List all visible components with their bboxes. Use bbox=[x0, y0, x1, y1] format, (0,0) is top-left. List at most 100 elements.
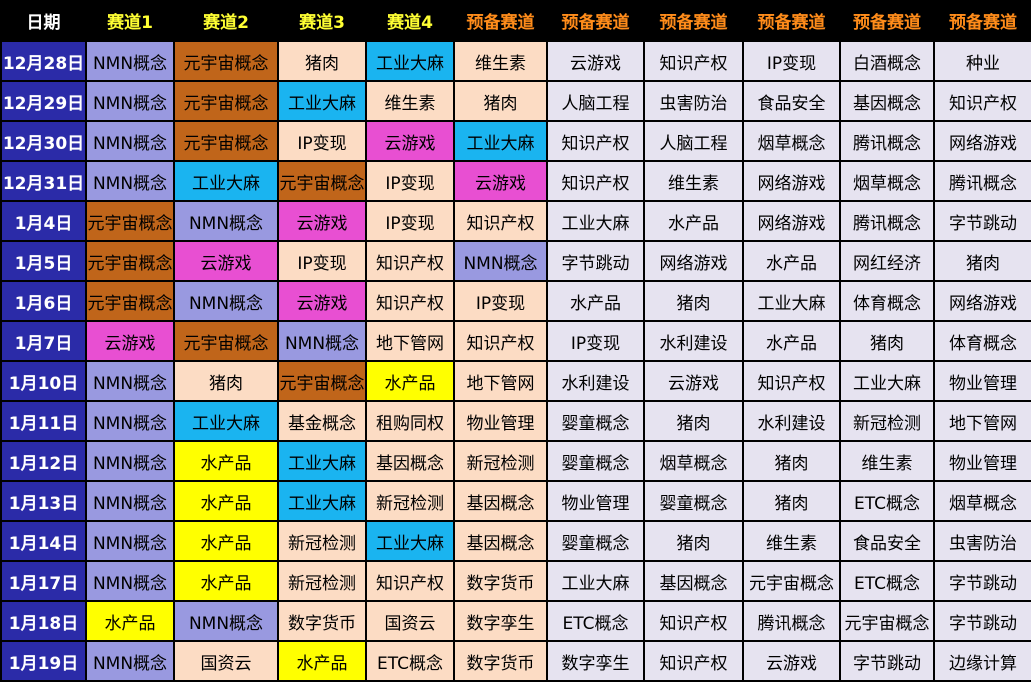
lane-cell: IP变现 bbox=[277, 240, 367, 282]
table-row: 1月7日 云游戏 元宇宙概念 NMN概念 地下管网 知识产权 IP变现 水利建设 水产品 猪肉 体育… bbox=[0, 320, 1031, 362]
reserve-cell: 白酒概念 bbox=[839, 40, 935, 82]
reserve-cell: 猪肉 bbox=[933, 240, 1031, 282]
reserve-cell: 猪肉 bbox=[643, 520, 744, 562]
date-cell: 12月29日 bbox=[0, 80, 87, 122]
reserve-cell: 维生素 bbox=[839, 440, 935, 482]
reserve-cell: IP变现 bbox=[546, 320, 645, 362]
lane-cell: 地下管网 bbox=[365, 320, 455, 362]
date-cell: 1月4日 bbox=[0, 200, 87, 242]
lane-cell: 新冠检测 bbox=[365, 480, 455, 522]
reserve-cell: 婴童概念 bbox=[546, 520, 645, 562]
lane-cell: 工业大麻 bbox=[277, 440, 367, 482]
header-reserve-5: 预备赛道 bbox=[840, 0, 934, 41]
table-row: 12月28日 NMN概念 元宇宙概念 猪肉 工业大麻 维生素 云游戏 知识产权 IP变现 白酒概念… bbox=[0, 40, 1031, 82]
lane-cell: 云游戏 bbox=[277, 200, 367, 242]
reserve-cell: 食品安全 bbox=[839, 520, 935, 562]
lane-cell: 元宇宙概念 bbox=[173, 40, 279, 82]
reserve-cell: 食品安全 bbox=[742, 80, 841, 122]
lane-cell: 水产品 bbox=[173, 560, 279, 602]
reserve-cell: 网络游戏 bbox=[643, 240, 744, 282]
reserve-cell: 物业管理 bbox=[546, 480, 645, 522]
reserve-cell: 元宇宙概念 bbox=[839, 600, 935, 642]
lane-cell: 知识产权 bbox=[365, 560, 455, 602]
lane-cell: NMN概念 bbox=[173, 280, 279, 322]
lane-cell: 数字货币 bbox=[453, 640, 548, 682]
reserve-cell: 数字孪生 bbox=[546, 640, 645, 682]
lane-cell: 工业大麻 bbox=[173, 160, 279, 202]
date-cell: 1月12日 bbox=[0, 440, 87, 482]
reserve-cell: 知识产权 bbox=[742, 360, 841, 402]
reserve-cell: IP变现 bbox=[742, 40, 841, 82]
reserve-cell: 知识产权 bbox=[546, 120, 645, 162]
reserve-cell: 腾讯概念 bbox=[933, 160, 1031, 202]
reserve-cell: 猪肉 bbox=[742, 440, 841, 482]
reserve-cell: 工业大麻 bbox=[546, 560, 645, 602]
lane-cell: 水产品 bbox=[173, 520, 279, 562]
lane-cell: 猪肉 bbox=[453, 80, 548, 122]
reserve-cell: 猪肉 bbox=[643, 400, 744, 442]
lane-cell: 物业管理 bbox=[453, 400, 548, 442]
reserve-cell: 人脑工程 bbox=[643, 120, 744, 162]
reserve-cell: 腾讯概念 bbox=[742, 600, 841, 642]
date-cell: 1月18日 bbox=[0, 600, 87, 642]
reserve-cell: 人脑工程 bbox=[546, 80, 645, 122]
reserve-cell: 工业大麻 bbox=[839, 360, 935, 402]
lane-cell: 猪肉 bbox=[173, 360, 279, 402]
reserve-cell: ETC概念 bbox=[839, 560, 935, 602]
reserve-cell: 虫害防治 bbox=[933, 520, 1031, 562]
table-row: 1月11日 NMN概念 工业大麻 基金概念 租购同权 物业管理 婴童概念 猪肉 水利建设 新冠检测… bbox=[0, 400, 1031, 442]
reserve-cell: 云游戏 bbox=[546, 40, 645, 82]
reserve-cell: 知识产权 bbox=[643, 600, 744, 642]
reserve-cell: 水利建设 bbox=[643, 320, 744, 362]
header-lane-3: 赛道3 bbox=[278, 0, 366, 41]
lane-cell: 云游戏 bbox=[85, 320, 175, 362]
table-row: 1月14日 NMN概念 水产品 新冠检测 工业大麻 基因概念 婴童概念 猪肉 维生素 食品安全 虫害… bbox=[0, 520, 1031, 562]
lane-cell: 元宇宙概念 bbox=[173, 80, 279, 122]
lane-cell: NMN概念 bbox=[173, 600, 279, 642]
table-row: 1月18日 水产品 NMN概念 数字货币 国资云 数字孪生 ETC概念 知识产权 腾讯概念 元宇宙… bbox=[0, 600, 1031, 642]
header-reserve-4: 预备赛道 bbox=[743, 0, 840, 41]
reserve-cell: 腾讯概念 bbox=[839, 120, 935, 162]
lane-cell: 维生素 bbox=[365, 80, 455, 122]
reserve-cell: 知识产权 bbox=[643, 640, 744, 682]
reserve-cell: 网络游戏 bbox=[933, 280, 1031, 322]
lane-cell: 元宇宙概念 bbox=[173, 120, 279, 162]
sector-table: 日期 赛道1 赛道2 赛道3 赛道4 预备赛道 预备赛道 预备赛道 预备赛道 预… bbox=[0, 0, 1031, 682]
lane-cell: NMN概念 bbox=[85, 40, 175, 82]
lane-cell: 水产品 bbox=[173, 480, 279, 522]
lane-cell: ETC概念 bbox=[365, 640, 455, 682]
reserve-cell: 元宇宙概念 bbox=[742, 560, 841, 602]
reserve-cell: 物业管理 bbox=[933, 360, 1031, 402]
reserve-cell: 字节跳动 bbox=[933, 600, 1031, 642]
reserve-cell: 婴童概念 bbox=[546, 400, 645, 442]
lane-cell: 工业大麻 bbox=[365, 40, 455, 82]
lane-cell: 水产品 bbox=[173, 440, 279, 482]
reserve-cell: 新冠检测 bbox=[839, 400, 935, 442]
header-reserve-2: 预备赛道 bbox=[547, 0, 644, 41]
reserve-cell: 烟草概念 bbox=[643, 440, 744, 482]
lane-cell: 基因概念 bbox=[453, 520, 548, 562]
lane-cell: 云游戏 bbox=[365, 120, 455, 162]
table-row: 12月30日 NMN概念 元宇宙概念 IP变现 云游戏 工业大麻 知识产权 人脑工程 烟草概念腾… bbox=[0, 120, 1031, 162]
reserve-cell: 维生素 bbox=[742, 520, 841, 562]
reserve-cell: 网络游戏 bbox=[742, 200, 841, 242]
reserve-cell: 边缘计算 bbox=[933, 640, 1031, 682]
lane-cell: NMN概念 bbox=[85, 520, 175, 562]
lane-cell: NMN概念 bbox=[85, 560, 175, 602]
reserve-cell: 字节跳动 bbox=[933, 200, 1031, 242]
lane-cell: 云游戏 bbox=[277, 280, 367, 322]
reserve-cell: 知识产权 bbox=[643, 40, 744, 82]
lane-cell: 元宇宙概念 bbox=[85, 240, 175, 282]
lane-cell: 知识产权 bbox=[365, 240, 455, 282]
reserve-cell: 工业大麻 bbox=[742, 280, 841, 322]
date-cell: 12月30日 bbox=[0, 120, 87, 162]
date-cell: 12月28日 bbox=[0, 40, 87, 82]
table-row: 1月6日 元宇宙概念 NMN概念 云游戏 知识产权 IP变现 水产品 猪肉 工业大麻 体育概念 网络… bbox=[0, 280, 1031, 322]
reserve-cell: 体育概念 bbox=[839, 280, 935, 322]
reserve-cell: 网红经济 bbox=[839, 240, 935, 282]
reserve-cell: 水产品 bbox=[546, 280, 645, 322]
table-row: 1月4日 元宇宙概念 NMN概念 云游戏 IP变现 知识产权 工业大麻 水产品 网络游戏 腾讯概念… bbox=[0, 200, 1031, 242]
lane-cell: NMN概念 bbox=[85, 120, 175, 162]
lane-cell: 新冠检测 bbox=[277, 520, 367, 562]
reserve-cell: 猪肉 bbox=[643, 280, 744, 322]
